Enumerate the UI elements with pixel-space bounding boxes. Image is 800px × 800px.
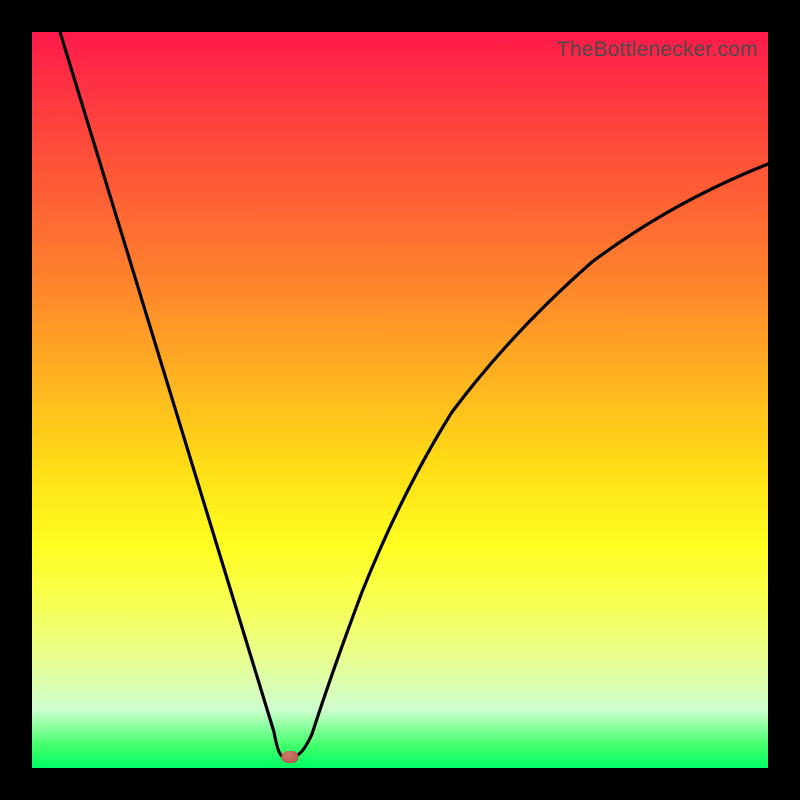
curve-layer — [32, 32, 768, 768]
chart-frame: TheBottlenecker.com — [0, 0, 800, 800]
watermark-text: TheBottlenecker.com — [557, 38, 758, 62]
plot-area: TheBottlenecker.com — [32, 32, 768, 768]
bottleneck-curve — [60, 32, 768, 756]
optimum-marker — [282, 751, 299, 763]
